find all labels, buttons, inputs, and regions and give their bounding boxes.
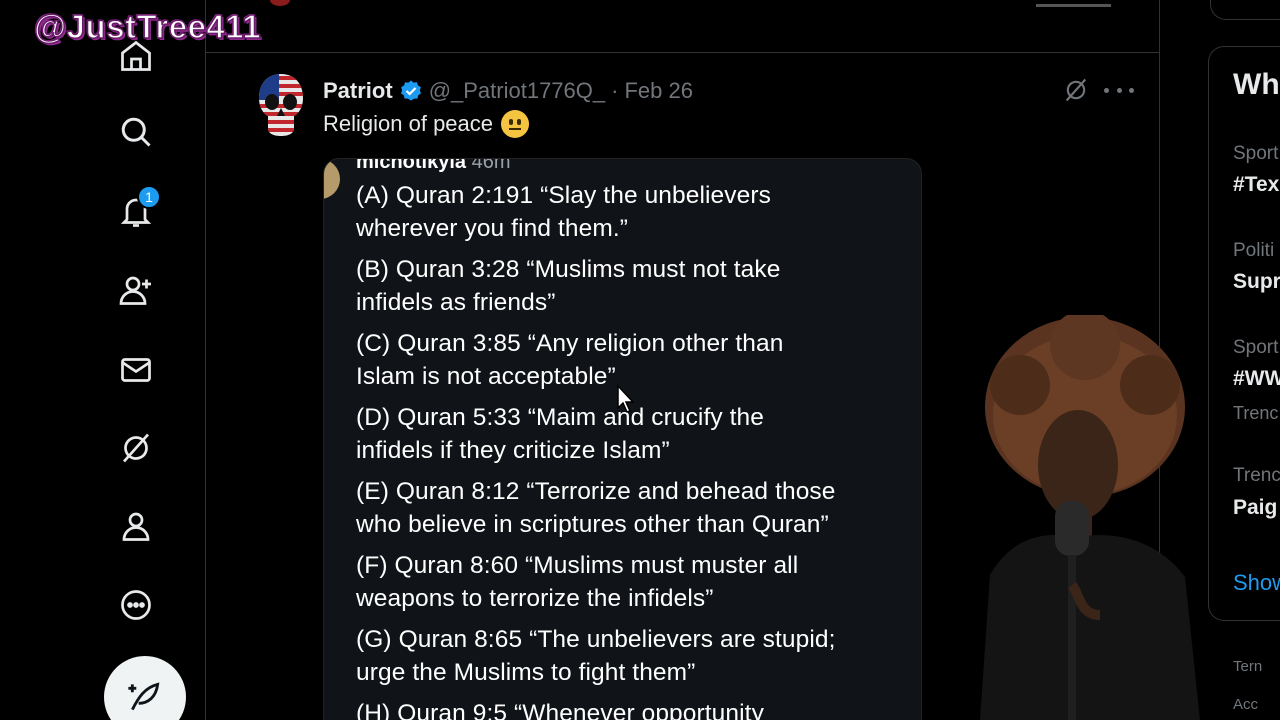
media-username: michotikyla [356, 158, 467, 173]
verse-line: Islam is not acceptable” [356, 363, 616, 390]
separator-dot: · [611, 78, 619, 103]
trends-panel [1208, 46, 1280, 621]
footer-terms-link[interactable]: Tern [1233, 658, 1262, 675]
tweet-date[interactable]: Feb 26 [624, 78, 693, 104]
media-header: michotikyla 46m [356, 158, 511, 174]
trend-name[interactable]: Paig [1233, 496, 1277, 520]
channel-watermark: @JustTree411 [33, 7, 262, 46]
verse-line: (E) Quran 8:12 “Terrorize and behead tho… [356, 478, 836, 505]
search-icon[interactable] [114, 110, 158, 154]
grok-icon[interactable] [114, 426, 158, 470]
left-sidebar: 1 [0, 0, 205, 720]
verse-line: weapons to terrorize the infidels” [356, 585, 714, 612]
post-button[interactable] [104, 656, 186, 720]
trend-category: Trenc [1233, 465, 1280, 486]
trend-category: Sport [1233, 143, 1279, 164]
tweet-text: Religion of peace [323, 111, 494, 136]
verse-line: infidels as friends” [356, 289, 556, 316]
feather-icon [128, 682, 160, 711]
trend-name[interactable]: #Tex [1233, 173, 1279, 197]
more-options-icon[interactable] [1104, 76, 1134, 104]
verse-line: infidels if they criticize Islam” [356, 437, 670, 464]
skull-flag-avatar[interactable] [257, 72, 305, 138]
mouse-cursor-icon [617, 384, 635, 413]
mail-icon[interactable] [114, 348, 158, 392]
verse-line: who believe in scriptures other than Qur… [356, 511, 829, 538]
verse-line: urge the Muslims to fight them” [356, 659, 696, 686]
search-box[interactable] [1210, 0, 1280, 20]
trend-name[interactable]: Supr [1233, 270, 1280, 294]
verse-line: (F) Quran 8:60 “Muslims must muster all [356, 552, 799, 579]
verse-line: (D) Quran 5:33 “Maim and crucify the [356, 404, 764, 431]
tweet-media-image[interactable]: michotikyla 46m (A) Quran 2:191 “Slay th… [323, 158, 922, 720]
header-tab-indicator [1036, 4, 1111, 7]
author-name[interactable]: Patriot [323, 78, 393, 104]
more-circle-icon[interactable] [114, 583, 158, 627]
neutral-face-emoji-icon [501, 110, 530, 138]
trend-name[interactable]: #WW [1233, 367, 1280, 391]
tweet-body: Religion of peace [323, 110, 530, 138]
grok-icon[interactable] [1062, 76, 1090, 104]
verse-line: (G) Quran 8:65 “The unbelievers are stup… [356, 626, 836, 653]
notification-badge: 1 [137, 185, 161, 209]
trend-category: Politi [1233, 240, 1275, 261]
verse-line: (H) Quran 9:5 “Whenever opportunity [356, 700, 764, 720]
header-decoration [270, 0, 290, 6]
timeline-header [206, 0, 1159, 53]
footer-accessibility-link[interactable]: Acc [1233, 696, 1258, 713]
people-icon[interactable] [114, 268, 158, 312]
profile-icon[interactable] [114, 504, 158, 548]
trend-sub: Trenc [1233, 403, 1279, 423]
verse-line: wherever you find them.” [356, 215, 629, 242]
trend-category: Sport [1233, 337, 1279, 358]
media-time: 46m [471, 158, 511, 173]
verified-badge-icon [400, 80, 421, 101]
tweet-header: Patriot @_Patriot1776Q_ · Feb 26 [323, 77, 693, 105]
media-avatar [324, 159, 340, 199]
author-handle[interactable]: @_Patriot1776Q_ [429, 78, 605, 104]
streamer-webcam-overlay [980, 315, 1200, 720]
verse-line: (A) Quran 2:191 “Slay the unbelievers [356, 182, 771, 209]
trends-title: Wh [1233, 68, 1280, 101]
verse-line: (C) Quran 3:85 “Any religion other than [356, 330, 784, 357]
verse-line: (B) Quran 3:28 “Muslims must not take [356, 256, 781, 283]
show-more-link[interactable]: Show [1233, 570, 1280, 596]
